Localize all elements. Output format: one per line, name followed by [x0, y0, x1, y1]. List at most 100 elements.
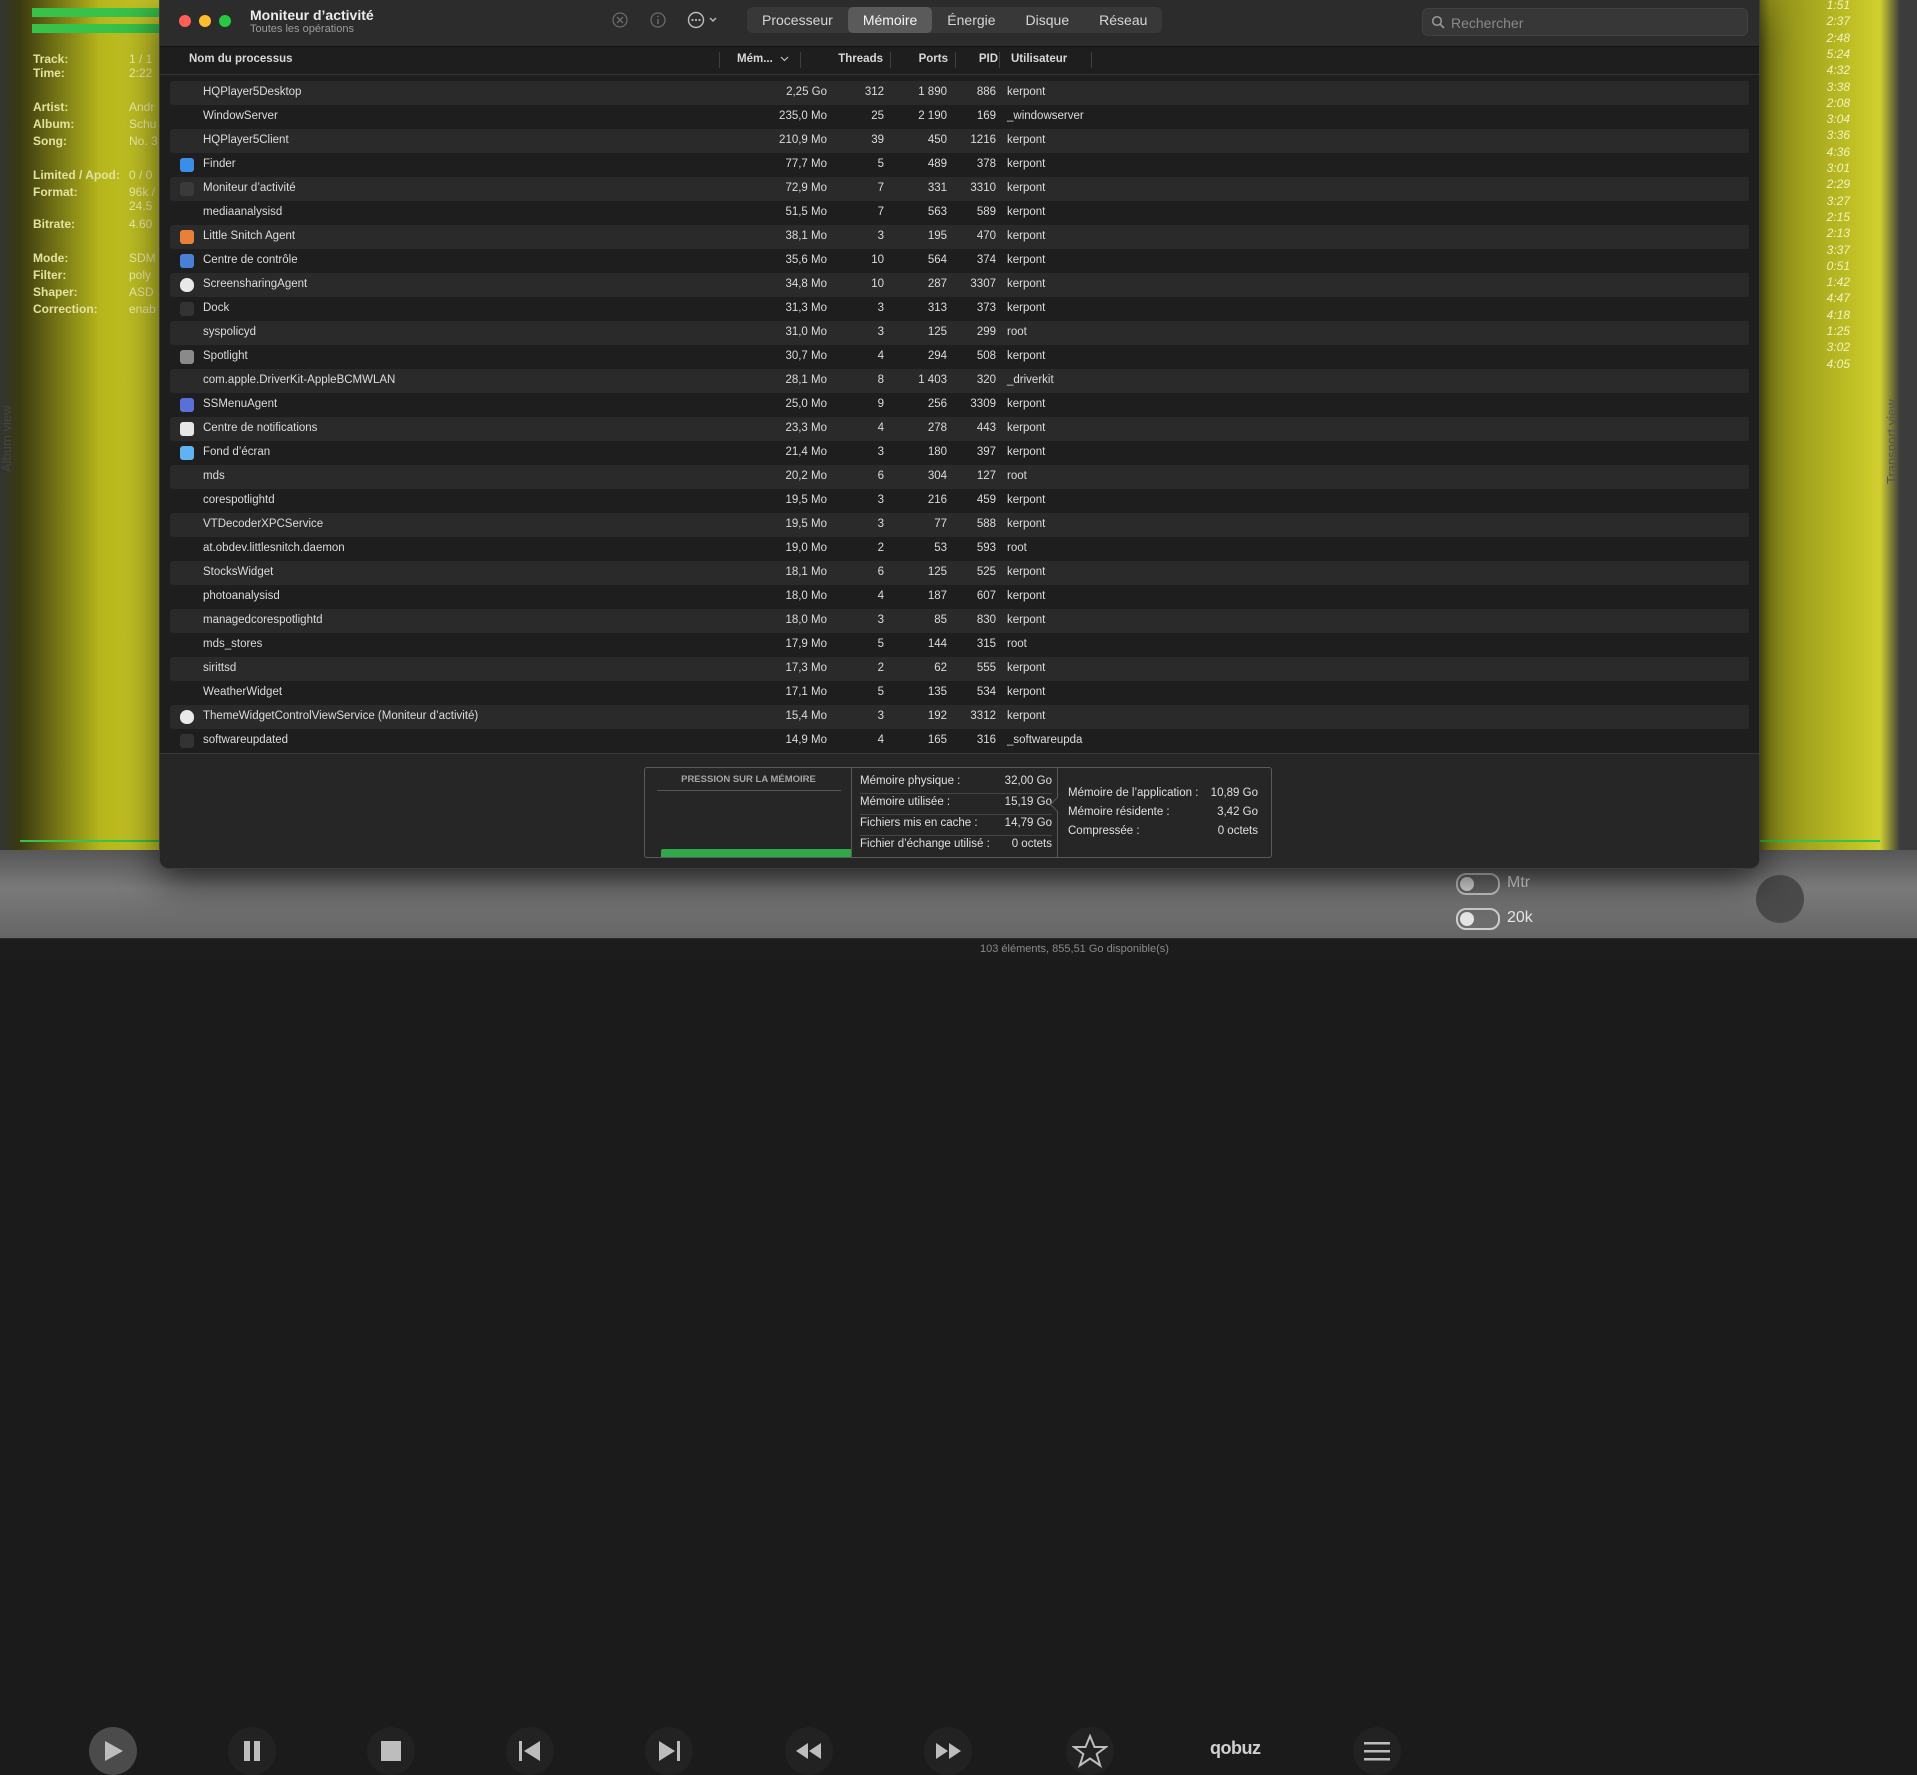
minimize-window-button[interactable]: [199, 15, 211, 27]
process-row[interactable]: Moniteur d’activité 72,9 Mo 7 331 3310 kerpon…: [170, 177, 1749, 201]
process-row[interactable]: SSMenuAgent 25,0 Mo 9 256 3309 kerpont: [170, 393, 1749, 417]
playlist-duration[interactable]: 1:42: [1800, 275, 1850, 289]
column-header-memory[interactable]: Mém...: [737, 53, 789, 65]
info-icon[interactable]: [649, 11, 667, 29]
search-field[interactable]: [1422, 8, 1748, 37]
playlist-duration[interactable]: 3:37: [1800, 243, 1850, 257]
column-header-pid[interactable]: PID: [960, 53, 998, 65]
column-header-user[interactable]: Utilisateur: [1011, 53, 1067, 65]
stop-process-icon[interactable]: [611, 11, 629, 29]
process-user: kerpont: [1007, 398, 1046, 410]
process-row[interactable]: sirittsd 17,3 Mo 2 62 555 kerpont: [170, 657, 1749, 681]
next-track-button[interactable]: [645, 1727, 693, 1775]
process-row[interactable]: mds_stores 17,9 Mo 5 144 315 root: [170, 633, 1749, 657]
process-row[interactable]: HQPlayer5Desktop 2,25 Go 312 1 890 886 kerpon…: [170, 81, 1749, 105]
process-row[interactable]: mds 20,2 Mo 6 304 127 root: [170, 465, 1749, 489]
playlist-duration[interactable]: 0:51: [1800, 259, 1850, 273]
playlist-duration[interactable]: 1:51: [1800, 0, 1850, 12]
process-row[interactable]: photoanalysisd 18,0 Mo 4 187 607 kerpont: [170, 585, 1749, 609]
album-view-tab[interactable]: Album view: [0, 406, 14, 472]
process-row[interactable]: syspolicyd 31,0 Mo 3 125 299 root: [170, 321, 1749, 345]
process-user: root: [1007, 470, 1027, 482]
process-row[interactable]: ScreensharingAgent 34,8 Mo 10 287 3307 kerpon…: [170, 273, 1749, 297]
column-divider[interactable]: [800, 52, 801, 68]
process-row[interactable]: com.apple.DriverKit-AppleBCMWLAN 28,1 Mo 8…: [170, 369, 1749, 393]
volume-knob[interactable]: [1756, 875, 1804, 923]
playlist-menu-button[interactable]: [1353, 1727, 1401, 1775]
playlist-duration[interactable]: 2:48: [1800, 31, 1850, 45]
playlist-duration[interactable]: 2:08: [1800, 96, 1850, 110]
qobuz-logo[interactable]: qobuz: [1210, 1738, 1261, 1759]
tab-energie[interactable]: Énergie: [932, 7, 1010, 33]
rewind-button[interactable]: [785, 1727, 833, 1775]
previous-track-button[interactable]: [506, 1727, 554, 1775]
process-row[interactable]: WeatherWidget 17,1 Mo 5 135 534 kerpont: [170, 681, 1749, 705]
column-header-name[interactable]: Nom du processus: [189, 53, 293, 65]
playlist-duration[interactable]: 2:15: [1800, 210, 1850, 224]
process-row[interactable]: managedcorespotlightd 18,0 Mo 3 85 830 kerpon…: [170, 609, 1749, 633]
process-row[interactable]: mediaanalysisd 51,5 Mo 7 563 589 kerpont: [170, 201, 1749, 225]
tab-memoire[interactable]: Mémoire: [847, 7, 933, 33]
play-button[interactable]: [89, 1727, 137, 1775]
process-row[interactable]: Centre de notifications 23,3 Mo 4 278 443 ker…: [170, 417, 1749, 441]
playlist-duration[interactable]: 2:13: [1800, 226, 1850, 240]
process-row[interactable]: corespotlightd 19,5 Mo 3 216 459 kerpont: [170, 489, 1749, 513]
process-threads: 3: [877, 446, 884, 458]
stop-button[interactable]: [367, 1727, 415, 1775]
maximize-window-button[interactable]: [219, 15, 231, 27]
column-header-threads[interactable]: Threads: [823, 53, 883, 65]
process-row[interactable]: softwareupdated 14,9 Mo 4 165 316 _softwareup…: [170, 729, 1749, 753]
column-divider[interactable]: [955, 52, 956, 68]
process-row[interactable]: VTDecoderXPCService 19,5 Mo 3 77 588 kerpont: [170, 513, 1749, 537]
playlist-duration[interactable]: 3:04: [1800, 112, 1850, 126]
process-row[interactable]: Fond d’écran 21,4 Mo 3 180 397 kerpont: [170, 441, 1749, 465]
window-subtitle[interactable]: Toutes les opérations: [250, 23, 354, 35]
playlist-duration[interactable]: 4:18: [1800, 308, 1850, 322]
playlist-duration[interactable]: 1:25: [1800, 324, 1850, 338]
column-divider[interactable]: [999, 52, 1000, 68]
process-row[interactable]: WindowServer 235,0 Mo 25 2 190 169 _windowser…: [170, 105, 1749, 129]
playlist-duration[interactable]: 4:36: [1800, 145, 1850, 159]
process-user: kerpont: [1007, 422, 1046, 434]
process-row[interactable]: Spotlight 30,7 Mo 4 294 508 kerpont: [170, 345, 1749, 369]
tab-processeur[interactable]: Processeur: [747, 7, 848, 33]
process-row[interactable]: Dock 31,3 Mo 3 313 373 kerpont: [170, 297, 1749, 321]
process-ports: 85: [934, 614, 947, 626]
20k-toggle[interactable]: [1456, 908, 1500, 930]
process-row[interactable]: Finder 77,7 Mo 5 489 378 kerpont: [170, 153, 1749, 177]
playlist-duration[interactable]: 3:38: [1800, 80, 1850, 94]
process-row[interactable]: StocksWidget 18,1 Mo 6 125 525 kerpont: [170, 561, 1749, 585]
tab-disque[interactable]: Disque: [1011, 7, 1085, 33]
process-row[interactable]: ThemeWidgetControlViewService (Moniteur …: [170, 705, 1749, 729]
playlist-duration[interactable]: 4:05: [1800, 357, 1850, 371]
playlist-duration[interactable]: 5:24: [1800, 47, 1850, 61]
divider: [860, 835, 1052, 836]
process-row[interactable]: Little Snitch Agent 38,1 Mo 3 195 470 kerpont: [170, 225, 1749, 249]
transport-view-tab[interactable]: Transport view: [1884, 399, 1899, 484]
process-row[interactable]: at.obdev.littlesnitch.daemon 19,0 Mo 2 53 59…: [170, 537, 1749, 561]
mtr-toggle[interactable]: [1456, 873, 1500, 895]
process-row[interactable]: Centre de contrôle 35,6 Mo 10 564 374 kerpont: [170, 249, 1749, 273]
playlist-duration[interactable]: 2:29: [1800, 177, 1850, 191]
playlist-duration[interactable]: 4:47: [1800, 291, 1850, 305]
process-threads: 4: [877, 350, 884, 362]
column-divider[interactable]: [890, 52, 891, 68]
process-row[interactable]: HQPlayer5Client 210,9 Mo 39 450 1216 kerpont: [170, 129, 1749, 153]
column-header-ports[interactable]: Ports: [900, 53, 948, 65]
playlist-duration[interactable]: 3:36: [1800, 128, 1850, 142]
playlist-duration[interactable]: 3:01: [1800, 161, 1850, 175]
column-divider[interactable]: [719, 52, 720, 68]
playlist-duration[interactable]: 4:32: [1800, 63, 1850, 77]
playlist-duration[interactable]: 3:02: [1800, 340, 1850, 354]
column-divider[interactable]: [1091, 52, 1092, 68]
playlist-duration[interactable]: 3:27: [1800, 194, 1850, 208]
search-input[interactable]: [1449, 9, 1743, 37]
close-window-button[interactable]: [179, 15, 191, 27]
fast-forward-button[interactable]: [924, 1727, 972, 1775]
more-actions-icon[interactable]: [687, 11, 721, 29]
process-mem: 77,7 Mo: [785, 158, 827, 170]
favorite-button[interactable]: [1066, 1727, 1114, 1775]
tab-reseau[interactable]: Réseau: [1084, 7, 1162, 33]
playlist-duration[interactable]: 2:37: [1800, 14, 1850, 28]
pause-button[interactable]: [228, 1727, 276, 1775]
